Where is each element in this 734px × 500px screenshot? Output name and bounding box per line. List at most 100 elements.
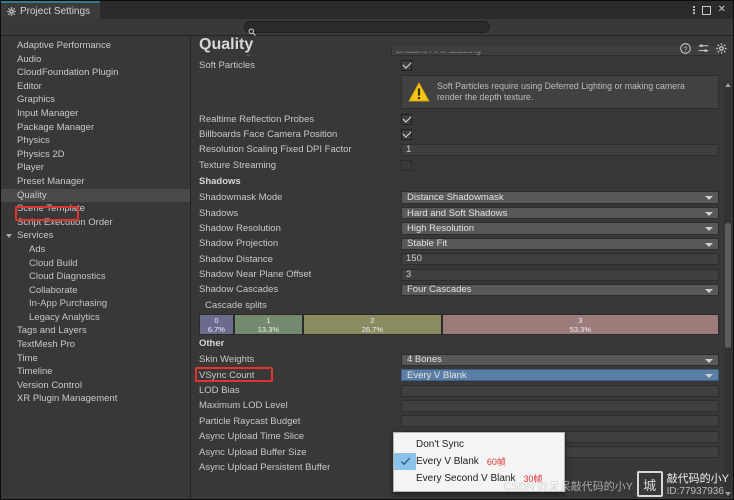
lod-bias-label: LOD Bias [199,385,240,397]
search-box[interactable] [244,21,490,36]
sidebar-item-cloud-diagnostics[interactable]: Cloud Diagnostics [1,270,190,284]
sidebar-item-timeline[interactable]: Timeline [1,365,190,379]
vsync-option-every-second-v-blank[interactable]: Every Second V Blank 30帧 [394,470,564,487]
sidebar-item-input-manager[interactable]: Input Manager [1,107,190,121]
chevron-down-icon[interactable] [6,234,12,241]
sidebar-item-legacy-analytics[interactable]: Legacy Analytics [1,311,190,325]
sidebar-item-time[interactable]: Time [1,352,190,366]
realtime-reflection-probes-checkbox[interactable] [401,113,412,125]
cascade-splits-label: Cascade splits [205,299,267,311]
sidebar-item-script-execution-order[interactable]: Script Execution Order [1,216,190,230]
scrollbar-thumb[interactable] [725,223,731,348]
chevron-down-icon[interactable] [705,242,713,247]
maximum-lod-level-input[interactable] [401,399,719,412]
sidebar-item-label: Graphics [17,94,56,106]
async-upload-buffer-size-label: Async Upload Buffer Size [199,446,307,458]
sidebar-item-label: In-App Purchasing [29,298,108,310]
vsync-option-every-v-blank[interactable]: Every V Blank 60帧 [394,453,564,470]
cascade-segment-1[interactable]: 1 13.3% [233,314,303,336]
sidebar-item-physics[interactable]: Physics [1,134,190,148]
maximize-icon[interactable] [701,5,711,15]
row-realtime-reflection-probes: Realtime Reflection Probes [199,111,719,126]
soft-particles-checkbox[interactable] [401,60,412,72]
settings-sidebar[interactable]: Adaptive Performance Audio CloudFoundation… [1,36,191,499]
sidebar-item-graphics[interactable]: Graphics [1,93,190,107]
skin-weights-dropdown[interactable]: 4 Bones [401,353,719,367]
shadow-projection-dropdown[interactable]: Stable Fit [401,237,719,251]
shadow-resolution-label: Shadow Resolution [199,222,281,234]
clipped-row-field: Disable Anti aliasing [391,46,721,56]
vsync-option-don-t-sync[interactable]: Don't Sync [394,436,564,453]
row-particle-raycast-budget: Particle Raycast Budget [199,414,719,429]
vsync-count-dropdown[interactable]: Every V Blank [401,368,719,382]
async-upload-time-slice-label: Async Upload Time Slice [199,431,305,443]
sidebar-item-package-manager[interactable]: Package Manager [1,121,190,135]
content-scrollbar[interactable] [724,82,732,497]
cascade-segment-2[interactable]: 2 26.7% [302,314,442,336]
search-input[interactable] [256,22,489,32]
chevron-down-icon[interactable] [705,196,713,201]
chevron-down-icon[interactable] [705,211,713,216]
sidebar-item-preset-manager[interactable]: Preset Manager [1,175,190,189]
sidebar-item-tags-and-layers[interactable]: Tags and Layers [1,324,190,338]
lod-bias-input[interactable] [401,384,719,397]
shadow-cascades-label: Shadow Cascades [199,284,279,296]
row-skin-weights: Skin Weights 4 Bones [199,352,719,367]
chevron-down-icon[interactable] [705,288,713,293]
shadow-projection-label: Shadow Projection [199,238,279,250]
sidebar-item-collaborate[interactable]: Collaborate [1,284,190,298]
cascade-segment-0[interactable]: 0 6.7% [199,314,234,336]
row-vsync-count: VSync Count Every V Blank [195,367,719,383]
sidebar-item-editor[interactable]: Editor [1,80,190,94]
gear-icon[interactable] [716,41,727,54]
sidebar-item-adaptive-performance[interactable]: Adaptive Performance [1,39,190,53]
shadow-cascades-dropdown[interactable]: Four Cascades [401,283,719,297]
cascade-percent: 26.7% [361,324,384,334]
cascade-segment-3[interactable]: 3 53.3% [441,314,719,336]
shadowmask-mode-dropdown[interactable]: Distance Shadowmask [401,191,719,204]
scroll-up-arrow-icon[interactable] [725,83,731,87]
sidebar-item-ads[interactable]: Ads [1,243,190,257]
texture-streaming-checkbox[interactable] [401,159,412,171]
shadow-near-plane-offset-label: Shadow Near Plane Offset [199,269,312,281]
chevron-down-icon[interactable] [705,227,713,232]
sidebar-item-audio[interactable]: Audio [1,53,190,67]
resolution-scaling-fixed-dpi-factor-field: 1 [401,143,719,156]
sidebar-item-version-control[interactable]: Version Control [1,379,190,393]
sidebar-item-physics-2d[interactable]: Physics 2D [1,148,190,162]
sidebar-item-services[interactable]: Services [1,229,190,243]
sidebar-item-label: Cloud Diagnostics [29,271,106,283]
chevron-down-icon[interactable] [705,358,713,363]
shadows-dropdown[interactable]: Hard and Soft Shadows [401,206,719,220]
sidebar-item-in-app-purchasing[interactable]: In-App Purchasing [1,297,190,311]
particle-raycast-budget-input[interactable] [401,415,719,428]
billboards-face-camera-position-checkbox[interactable] [401,128,412,140]
tab-project-settings[interactable]: Project Settings [1,1,101,19]
sidebar-item-cloud-build[interactable]: Cloud Build [1,257,190,271]
shadow-distance-field: 150 [401,253,719,266]
help-icon[interactable]: ? [680,41,691,54]
shadow-projection-value: Stable Fit [407,238,448,250]
shadow-distance-input[interactable]: 150 [401,253,719,266]
close-icon[interactable]: ✕ [718,5,726,15]
chevron-down-icon[interactable] [705,373,713,378]
row-cascade-splits: Cascade splits [199,298,719,313]
sidebar-item-label: Version Control [17,379,82,391]
vsync-dropdown-popup[interactable]: Don't Sync Every V Blank 60帧 Every Second V… [393,432,565,492]
sidebar-item-textmesh-pro[interactable]: TextMesh Pro [1,338,190,352]
sidebar-item-quality[interactable]: Quality [1,188,190,203]
shadow-resolution-dropdown[interactable]: High Resolution [401,222,719,235]
row-resolution-scaling-fixed-dpi-factor: Resolution Scaling Fixed DPI Factor 1 [199,142,719,157]
preset-icon[interactable] [698,41,709,52]
titlebar-spacer [100,1,693,19]
sidebar-item-label: Audio [17,53,42,65]
kebab-menu-icon[interactable] [692,6,695,14]
sidebar-item-scene-template[interactable]: Scene Template [1,202,190,216]
sidebar-item-player[interactable]: Player [1,161,190,175]
cascade-splits-bar[interactable]: 0 6.7% 1 13.3% 2 26.7% 3 53.3% [199,314,719,336]
sidebar-item-cloudfoundation-plugin[interactable]: CloudFoundation Plugin [1,66,190,80]
sidebar-item-xr-plugin-management[interactable]: XR Plugin Management [1,392,190,406]
resolution-scaling-fixed-dpi-factor-input[interactable]: 1 [401,143,719,156]
shadow-near-plane-offset-input[interactable]: 3 [401,268,719,281]
scroll-down-arrow-icon[interactable] [725,492,731,496]
